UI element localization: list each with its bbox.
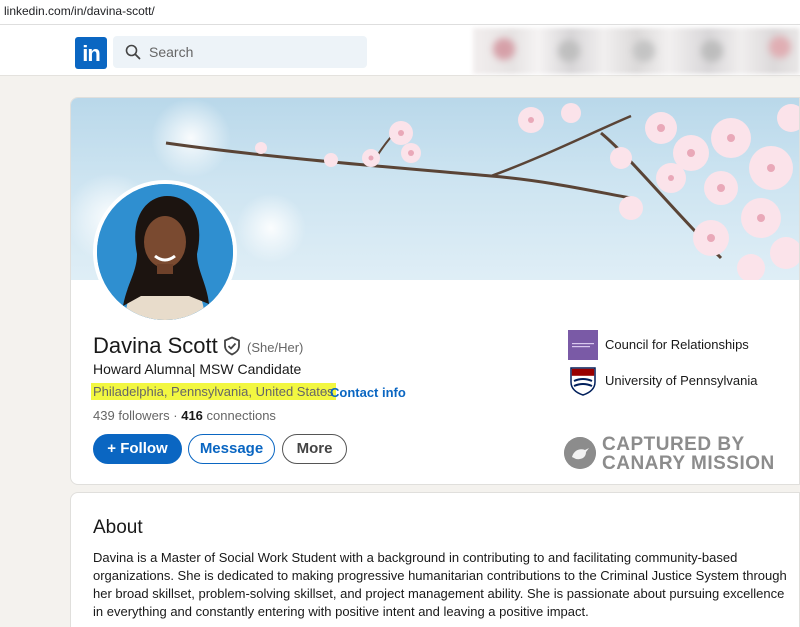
about-title: About [93,517,143,538]
profile-headline: Howard Alumna| MSW Candidate [93,361,302,377]
stats-separator: · [173,408,178,423]
linkedin-logo[interactable]: in [75,37,107,69]
follow-button[interactable]: + Follow [93,434,182,464]
watermark-line-2: CANARY MISSION [602,453,775,474]
search-bar[interactable]: Search [113,36,367,68]
about-section: About Davina is a Master of Social Work … [70,492,800,627]
profile-avatar[interactable] [93,180,237,324]
penn-shield-logo [570,367,596,396]
verified-shield-icon[interactable] [222,336,242,356]
watermark: CAPTURED BY CANARY MISSION [564,434,784,478]
pronouns: (She/Her) [247,340,304,355]
followers-count: 439 [93,408,115,423]
about-text: Davina is a Master of Social Work Studen… [93,550,787,619]
council-logo [568,330,598,360]
connections-count: 416 [181,408,203,423]
search-icon [125,44,141,60]
blurred-nav-icons [473,28,800,74]
url-text: linkedin.com/in/davina-scott/ [4,4,155,18]
followers-label[interactable]: followers [118,408,169,423]
canary-bird-icon [564,437,596,469]
org-name: University of Pennsylvania [605,373,758,388]
message-button[interactable]: Message [188,434,275,464]
profile-location: Philadelphia, Pennsylvania, United State… [91,383,336,400]
network-stats: 439 followers · 416 connections [93,408,276,423]
search-placeholder: Search [149,44,194,60]
top-navigation-bar: in Search [0,25,800,76]
connections-label[interactable]: connections [207,408,276,423]
browser-address-bar[interactable]: linkedin.com/in/davina-scott/ [0,0,800,25]
profile-card: Davina Scott (She/Her) Howard Alumna| MS… [70,97,800,485]
more-button[interactable]: More [282,434,347,464]
profile-photo [97,184,233,320]
location-separator: · [324,385,329,400]
contact-info-link[interactable]: Contact info [330,385,406,400]
org-name: Council for Relationships [605,337,749,352]
profile-name: Davina Scott [93,333,218,358]
